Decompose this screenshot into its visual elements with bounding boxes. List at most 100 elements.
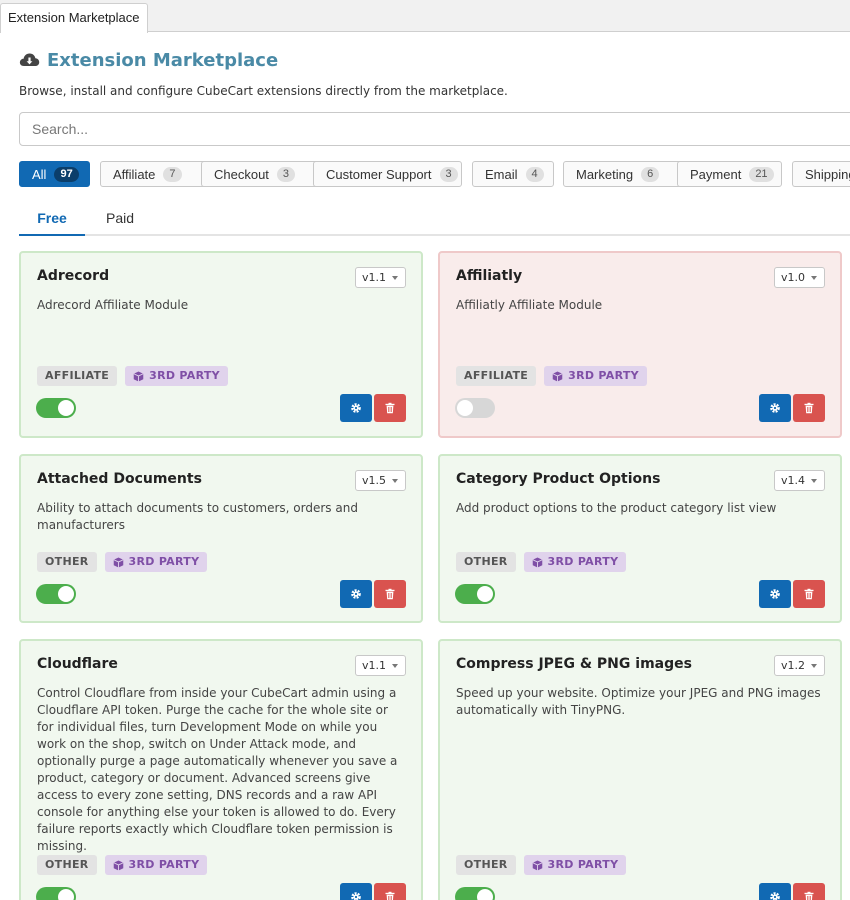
filter-marketing[interactable]: Marketing 6 <box>563 161 687 187</box>
extension-name: Adrecord <box>37 268 110 284</box>
third-party-label: 3RD PARTY <box>149 369 220 382</box>
enable-toggle[interactable] <box>36 398 76 418</box>
version-select[interactable]: v1.4 <box>774 470 825 491</box>
enable-toggle[interactable] <box>455 887 495 900</box>
extension-tags: OTHER 3RD PARTY <box>37 552 208 572</box>
filter-count: 97 <box>54 166 79 182</box>
version-value: v1.1 <box>362 271 387 284</box>
filter-label: Shipping <box>805 166 850 182</box>
category-badge: OTHER <box>37 552 97 572</box>
configure-button[interactable] <box>340 394 372 422</box>
filter-payment[interactable]: Payment 21 <box>677 161 782 187</box>
filter-count: 21 <box>749 166 774 182</box>
filter-customer-support[interactable]: Customer Support 3 <box>313 161 462 187</box>
extension-card: Compress JPEG & PNG images v1.2 Speed up… <box>438 639 842 900</box>
version-select[interactable]: v1.5 <box>355 470 406 491</box>
search-input[interactable] <box>19 112 850 146</box>
gear-icon <box>351 589 361 599</box>
version-value: v1.2 <box>781 659 806 672</box>
third-party-badge: 3RD PARTY <box>125 366 228 386</box>
trash-icon <box>804 891 814 900</box>
third-party-badge: 3RD PARTY <box>544 366 647 386</box>
configure-button[interactable] <box>759 394 791 422</box>
filter-checkout[interactable]: Checkout 3 <box>201 161 321 187</box>
delete-button[interactable] <box>793 580 825 608</box>
box-icon <box>133 371 144 381</box>
extension-name: Affiliatly <box>456 268 523 284</box>
extension-card: Affiliatly v1.0 Affiliatly Affiliate Mod… <box>438 251 842 438</box>
window-tab[interactable]: Extension Marketplace <box>0 3 148 33</box>
extension-name: Attached Documents <box>37 471 202 487</box>
trash-icon <box>385 588 395 600</box>
version-select[interactable]: v1.0 <box>774 267 825 288</box>
filter-count: 3 <box>276 166 296 182</box>
configure-button[interactable] <box>759 580 791 608</box>
category-badge: OTHER <box>456 552 516 572</box>
extension-tags: OTHER 3RD PARTY <box>456 552 627 572</box>
filter-label: Affiliate <box>113 166 156 182</box>
trash-icon <box>804 588 814 600</box>
chevron-down-icon <box>811 664 817 668</box>
filter-label: Payment <box>690 166 742 182</box>
extension-card: Category Product Options v1.4 Add produc… <box>438 454 842 623</box>
tab-free[interactable]: Free <box>19 203 85 236</box>
third-party-label: 3RD PARTY <box>547 555 619 568</box>
enable-toggle[interactable] <box>36 584 76 604</box>
filter-count: 4 <box>525 166 544 182</box>
configure-button[interactable] <box>340 580 372 608</box>
extension-description: Add product options to the product categ… <box>456 501 777 515</box>
filter-shipping[interactable]: Shipping <box>792 161 850 187</box>
chevron-down-icon <box>392 276 398 280</box>
version-select[interactable]: v1.2 <box>774 655 825 676</box>
page-header: Extension Marketplace <box>19 47 278 73</box>
extension-tags: AFFILIATE 3RD PARTY <box>37 366 228 386</box>
delete-button[interactable] <box>374 394 406 422</box>
configure-button[interactable] <box>759 883 791 900</box>
version-select[interactable]: v1.1 <box>355 267 406 288</box>
filter-affiliate[interactable]: Affiliate 7 <box>100 161 210 187</box>
toggle-knob <box>58 889 74 900</box>
filter-label: Marketing <box>576 166 634 182</box>
cloud-download-icon <box>19 53 40 66</box>
delete-button[interactable] <box>793 883 825 900</box>
extension-description: Speed up your website. Optimize your JPE… <box>456 686 821 717</box>
enable-toggle[interactable] <box>455 584 495 604</box>
gear-icon <box>770 403 780 413</box>
delete-button[interactable] <box>793 394 825 422</box>
configure-button[interactable] <box>340 883 372 900</box>
toggle-knob <box>58 586 74 602</box>
filter-count: 3 <box>439 166 458 182</box>
category-badge: AFFILIATE <box>456 366 537 386</box>
extension-description: Affiliatly Affiliate Module <box>456 298 603 312</box>
page-title: Extension Marketplace <box>47 49 279 71</box>
enable-toggle[interactable] <box>455 398 495 418</box>
enable-toggle[interactable] <box>36 887 76 900</box>
version-select[interactable]: v1.1 <box>355 655 406 676</box>
extension-card: Cloudflare v1.1 Control Cloudflare from … <box>19 639 423 900</box>
tab-paid[interactable]: Paid <box>85 203 155 236</box>
third-party-badge: 3RD PARTY <box>104 552 208 572</box>
filter-all[interactable]: All 97 <box>19 161 90 187</box>
delete-button[interactable] <box>374 883 406 900</box>
third-party-badge: 3RD PARTY <box>104 855 208 875</box>
filter-email[interactable]: Email 4 <box>472 161 554 187</box>
chevron-down-icon <box>811 479 817 483</box>
box-icon <box>532 860 543 870</box>
toggle-knob <box>477 586 493 602</box>
filter-label: Email <box>485 166 518 182</box>
extension-name: Compress JPEG & PNG images <box>456 656 692 672</box>
extension-description: Adrecord Affiliate Module <box>37 298 189 312</box>
box-icon <box>552 371 563 381</box>
filter-count: 7 <box>163 166 182 182</box>
pricing-tabs: Free Paid <box>19 203 850 236</box>
extension-card: Attached Documents v1.5 Ability to attac… <box>19 454 423 623</box>
delete-button[interactable] <box>374 580 406 608</box>
third-party-label: 3RD PARTY <box>128 858 200 871</box>
extension-tags: OTHER 3RD PARTY <box>456 855 627 875</box>
version-value: v1.4 <box>781 474 806 487</box>
third-party-label: 3RD PARTY <box>547 858 619 871</box>
box-icon <box>532 557 543 567</box>
extension-tags: AFFILIATE 3RD PARTY <box>456 366 647 386</box>
version-value: v1.0 <box>781 271 806 284</box>
toggle-knob <box>457 400 473 416</box>
